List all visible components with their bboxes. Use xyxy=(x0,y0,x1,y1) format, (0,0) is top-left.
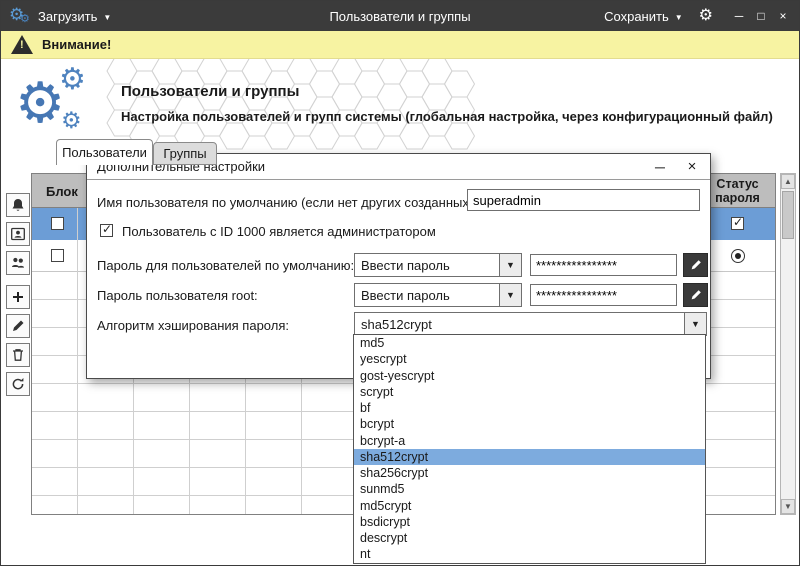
hash-option[interactable]: md5crypt xyxy=(354,498,705,514)
dialog-close-button[interactable]: × xyxy=(678,155,706,178)
default-username-label: Имя пользователя по умолчанию (если нет … xyxy=(97,195,477,210)
pencil-icon xyxy=(689,258,703,272)
trash-icon xyxy=(10,347,26,363)
close-button[interactable]: × xyxy=(773,6,793,26)
hash-algorithm-label: Алгоритм хэширования пароля: xyxy=(97,318,289,333)
chevron-down-icon: ▼ xyxy=(675,13,683,22)
block-checkbox[interactable] xyxy=(51,249,64,262)
minimize-button[interactable]: ─ xyxy=(729,6,749,26)
hash-option[interactable]: scrypt xyxy=(354,384,705,400)
hash-option[interactable]: sunmd5 xyxy=(354,481,705,497)
scrollbar-thumb[interactable] xyxy=(782,191,794,239)
hash-option[interactable]: bsdicrypt xyxy=(354,514,705,530)
root-password-method-select[interactable]: Ввести пароль ▼ xyxy=(354,283,522,307)
grid-vline xyxy=(77,208,78,514)
hash-option[interactable]: sha512crypt xyxy=(354,449,705,465)
settings-gear-icon[interactable]: ⚙ xyxy=(699,8,713,24)
edit-default-password-button[interactable] xyxy=(683,253,708,277)
edit-root-password-button[interactable] xyxy=(683,283,708,307)
scroll-up-button[interactable]: ▲ xyxy=(781,174,795,189)
user-account-button[interactable] xyxy=(6,222,30,246)
warning-banner: Внимание! xyxy=(1,31,799,59)
hex-pattern xyxy=(106,57,476,153)
hash-algorithm-select[interactable]: sha512crypt ▼ xyxy=(354,312,707,336)
tab-groups[interactable]: Группы xyxy=(153,142,217,165)
hash-option[interactable]: nt xyxy=(354,546,705,562)
chevron-down-icon: ▼ xyxy=(499,254,521,276)
chevron-down-icon: ▼ xyxy=(499,284,521,306)
page-subtitle: Настройка пользователей и групп системы … xyxy=(121,109,773,124)
root-password-input[interactable] xyxy=(530,284,677,306)
hash-option[interactable]: bcrypt xyxy=(354,416,705,432)
maximize-button[interactable]: □ xyxy=(751,6,771,26)
chevron-down-icon: ▼ xyxy=(684,313,706,335)
groups-button[interactable] xyxy=(6,251,30,275)
hash-option[interactable]: gost-yescrypt xyxy=(354,368,705,384)
tab-groups-label: Группы xyxy=(163,146,206,161)
password-status-checkbox[interactable] xyxy=(731,217,744,230)
user-badge-icon xyxy=(10,226,26,242)
app-logo-gears-icon: ⚙ ⚙ ⚙ xyxy=(15,67,97,149)
root-password-label: Пароль пользователя root: xyxy=(97,288,258,303)
tab-users[interactable]: Пользователи xyxy=(56,139,153,165)
app-gears-icon: ⚙ ⚙ xyxy=(9,5,31,27)
add-user-button[interactable] xyxy=(6,285,30,309)
default-password-label: Пароль для пользователей по умолчанию: xyxy=(97,258,354,273)
hash-option[interactable]: yescrypt xyxy=(354,351,705,367)
pencil-icon xyxy=(689,288,703,302)
dialog-minimize-button[interactable]: ─ xyxy=(646,155,674,178)
save-button[interactable]: Сохранить ▼ xyxy=(604,9,683,24)
default-password-input[interactable] xyxy=(530,254,677,276)
titlebar: Пользователи и группы ⚙ ⚙ Загрузить ▼ Со… xyxy=(1,1,799,31)
admin-id1000-checkbox[interactable] xyxy=(100,224,113,237)
load-button[interactable]: Загрузить ▼ xyxy=(38,9,111,24)
block-checkbox[interactable] xyxy=(51,217,64,230)
default-password-method-select[interactable]: Ввести пароль ▼ xyxy=(354,253,522,277)
hash-option[interactable]: sha256crypt xyxy=(354,465,705,481)
default-username-input[interactable] xyxy=(467,189,700,211)
hash-option[interactable]: bf xyxy=(354,400,705,416)
bell-icon xyxy=(10,197,26,213)
notifications-button[interactable] xyxy=(6,193,30,217)
password-status-radio[interactable] xyxy=(731,249,745,263)
load-button-label: Загрузить xyxy=(38,9,97,24)
pencil-icon xyxy=(10,318,26,334)
hash-option[interactable]: bcrypt-a xyxy=(354,433,705,449)
app-window: Пользователи и группы ⚙ ⚙ Загрузить ▼ Со… xyxy=(0,0,800,566)
column-header-password-status: Статус пароля xyxy=(701,174,774,208)
warning-icon xyxy=(11,35,33,54)
warning-text: Внимание! xyxy=(42,37,111,52)
users-group-icon xyxy=(10,255,26,271)
edit-user-button[interactable] xyxy=(6,314,30,338)
delete-user-button[interactable] xyxy=(6,343,30,367)
plus-icon xyxy=(10,289,26,305)
refresh-button[interactable] xyxy=(6,372,30,396)
hash-dropdown-list: md5yescryptgost-yescryptscryptbfbcryptbc… xyxy=(353,334,706,564)
chevron-down-icon: ▼ xyxy=(103,13,111,22)
refresh-icon xyxy=(10,376,26,392)
column-header-block: Блок xyxy=(46,174,78,208)
page-title: Пользователи и группы xyxy=(121,83,299,100)
admin-id1000-label: Пользователь с ID 1000 является админист… xyxy=(122,224,436,239)
save-button-label: Сохранить xyxy=(604,9,669,24)
table-scrollbar[interactable]: ▲ ▼ xyxy=(780,173,796,515)
scroll-down-button[interactable]: ▼ xyxy=(781,499,795,514)
hash-option[interactable]: md5 xyxy=(354,335,705,351)
window-controls: ─ □ × xyxy=(729,6,793,26)
tab-users-label: Пользователи xyxy=(62,145,147,160)
hash-option[interactable]: descrypt xyxy=(354,530,705,546)
